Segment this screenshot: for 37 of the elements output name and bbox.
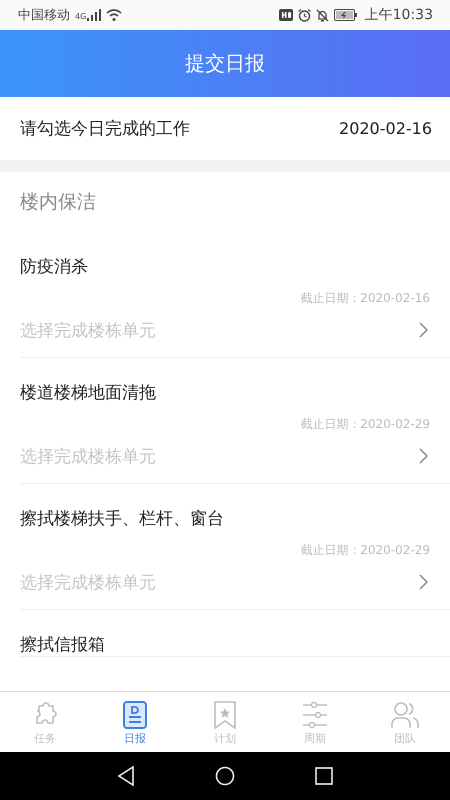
instruction-text: 请勾选今日完成的工作 — [20, 118, 190, 140]
recents-icon — [315, 767, 333, 785]
report-date: 2020-02-16 — [339, 119, 432, 138]
task-title: 擦拭信报箱 — [20, 634, 106, 656]
task-title: 防疫消杀 — [20, 256, 89, 278]
carrier-name: 中国移动 — [18, 7, 70, 24]
bell-off-icon — [316, 8, 329, 22]
unit-picker[interactable]: 选择完成楼栋单元 — [20, 433, 450, 483]
nav-tab[interactable]: 计划 — [180, 692, 270, 752]
back-icon — [117, 766, 135, 786]
battery-icon — [334, 9, 358, 21]
deadline-text: 截止日期：2020-02-29 — [300, 542, 430, 559]
unit-picker[interactable]: 选择完成楼栋单元 — [20, 559, 450, 609]
nav-tab[interactable]: 日报 — [90, 692, 180, 752]
deadline-text: 截止日期：2020-02-29 — [300, 416, 430, 433]
nav-tab[interactable]: 团队 — [360, 692, 450, 752]
signal-icon — [87, 9, 102, 21]
nav-tab[interactable]: 周期 — [270, 692, 360, 752]
chevron-icon — [419, 574, 428, 590]
chevron-icon — [419, 322, 428, 338]
home-icon — [215, 766, 235, 786]
network-type: 4G — [75, 12, 86, 21]
hd-icon — [278, 9, 293, 21]
wifi-icon — [106, 9, 122, 21]
chevron-icon — [419, 448, 428, 464]
sliders-icon — [300, 700, 330, 730]
unit-picker[interactable]: 选择完成楼栋单元 — [20, 307, 450, 357]
nav-tab[interactable]: 任务 — [0, 692, 90, 752]
report-icon — [120, 700, 150, 730]
deadline-text: 截止日期：2020-02-16 — [300, 290, 430, 307]
page-title: 提交日报 — [185, 50, 265, 77]
alarm-icon — [298, 8, 311, 22]
task-title: 擦拭楼梯扶手、栏杆、窗台 — [20, 508, 225, 530]
clock-time: 上午10:33 — [364, 6, 433, 24]
people-icon — [390, 700, 420, 730]
section-title: 楼内保洁 — [20, 190, 96, 215]
task-title: 楼道楼梯地面清拖 — [20, 382, 157, 404]
